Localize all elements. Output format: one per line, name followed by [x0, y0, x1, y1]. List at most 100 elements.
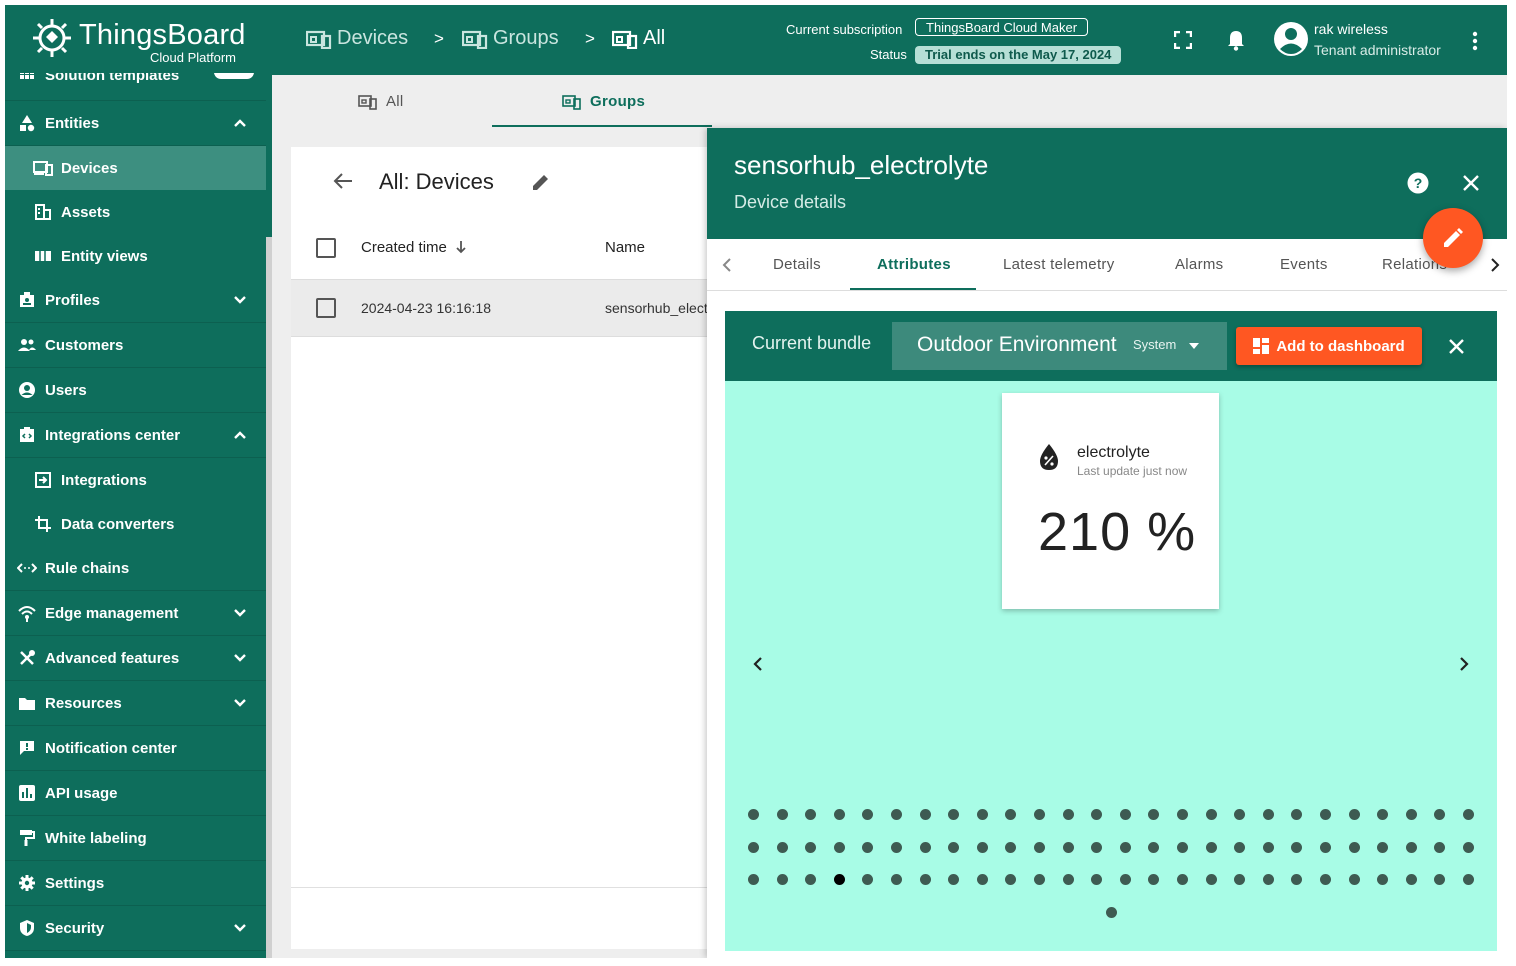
pagination-dot[interactable]	[805, 809, 817, 820]
tab-groups[interactable]: Groups	[562, 93, 645, 110]
sidebar-item-settings[interactable]: Settings	[5, 861, 266, 906]
pagination-dot[interactable]	[1091, 809, 1103, 820]
avatar[interactable]	[1273, 21, 1309, 57]
column-created-time[interactable]: Created time	[361, 239, 467, 256]
tab-all[interactable]: All	[358, 93, 404, 110]
pagination-dot[interactable]	[948, 809, 960, 820]
bundle-select[interactable]: Outdoor Environment System	[892, 322, 1227, 370]
sidebar-item-resources[interactable]: Resources	[5, 681, 266, 726]
chevron-down-icon[interactable]	[232, 650, 248, 666]
pagination-dot[interactable]	[1291, 842, 1303, 853]
pagination-dot[interactable]	[976, 809, 988, 820]
chevron-up-icon[interactable]	[232, 427, 248, 443]
sidebar-item-entity-views[interactable]: Entity views	[5, 234, 266, 278]
logo[interactable]: ThingsBoard Cloud Platform	[5, 5, 272, 73]
pagination-dot[interactable]	[919, 809, 931, 820]
chevron-left-icon[interactable]	[722, 258, 732, 272]
chevron-down-icon[interactable]	[232, 695, 248, 711]
tab-details[interactable]: Details	[773, 256, 821, 273]
select-all-checkbox[interactable]	[316, 238, 336, 258]
breadcrumb-groups[interactable]: Groups	[462, 27, 559, 50]
sidebar-item-assets[interactable]: Assets	[5, 190, 266, 234]
pagination-dot[interactable]	[1262, 809, 1274, 820]
pagination-dot[interactable]	[862, 842, 874, 853]
carousel-next-icon[interactable]	[1458, 656, 1470, 672]
more-vert-icon[interactable]	[1472, 31, 1478, 51]
pagination-dot[interactable]	[1119, 842, 1131, 853]
pagination-dot[interactable]	[1262, 842, 1274, 853]
sidebar-item-users[interactable]: Users	[5, 368, 266, 413]
sidebar-item-api-usage[interactable]: API usage	[5, 771, 266, 816]
pagination-dot[interactable]	[833, 874, 845, 885]
sidebar-item-entities[interactable]: Entities	[5, 101, 266, 146]
pagination-dot[interactable]	[1405, 842, 1417, 853]
tab-attributes[interactable]: Attributes	[877, 256, 951, 273]
pagination-dot[interactable]	[891, 842, 902, 853]
pagination-dot[interactable]	[976, 842, 988, 853]
pagination-dot[interactable]	[1377, 809, 1389, 820]
chevron-right-icon[interactable]	[1490, 258, 1500, 272]
pagination-dot[interactable]	[1091, 842, 1103, 853]
pagination-dot[interactable]	[1105, 907, 1117, 918]
pagination-dot[interactable]	[1434, 874, 1446, 885]
sidebar-item-white-labeling[interactable]: White labeling	[5, 816, 266, 861]
chevron-down-icon[interactable]	[232, 920, 248, 936]
sidebar-item-security[interactable]: Security	[5, 906, 266, 951]
pagination-dot[interactable]	[948, 874, 960, 885]
pagination-dot[interactable]	[1034, 842, 1045, 853]
pagination-dot[interactable]	[748, 809, 759, 820]
pagination-dot[interactable]	[1034, 874, 1045, 885]
sidebar-item-integrations-center[interactable]: Integrations center	[5, 413, 266, 458]
pagination-dot[interactable]	[948, 842, 960, 853]
column-name[interactable]: Name	[605, 239, 645, 256]
pagination-dot[interactable]	[748, 874, 759, 885]
pagination-dot[interactable]	[1291, 874, 1303, 885]
pagination-dot[interactable]	[1177, 809, 1188, 820]
close-icon[interactable]	[1449, 339, 1464, 354]
fullscreen-icon[interactable]	[1174, 31, 1192, 49]
pagination-dot[interactable]	[891, 874, 902, 885]
pagination-dot[interactable]	[1205, 842, 1217, 853]
pagination-dot[interactable]	[1434, 809, 1446, 820]
tab-events[interactable]: Events	[1280, 256, 1328, 273]
pagination-dot[interactable]	[1062, 874, 1074, 885]
pagination-dot[interactable]	[1034, 809, 1045, 820]
pagination-dot[interactable]	[833, 809, 845, 820]
pagination-dot[interactable]	[1091, 874, 1103, 885]
tab-latest-telemetry[interactable]: Latest telemetry	[1003, 256, 1115, 273]
pagination-dot[interactable]	[1434, 842, 1446, 853]
value-card-widget[interactable]: electrolyte Last update just now 210 %	[1002, 393, 1219, 609]
pagination-dot[interactable]	[919, 874, 931, 885]
sidebar-item-devices[interactable]: Devices	[5, 146, 266, 190]
pagination-dot[interactable]	[862, 874, 874, 885]
pagination-dot[interactable]	[1320, 842, 1331, 853]
pagination-dot[interactable]	[1320, 809, 1331, 820]
table-row[interactable]: 2024-04-23 16:16:18 sensorhub_elect	[291, 279, 721, 337]
pagination-dot[interactable]	[1377, 874, 1389, 885]
tab-alarms[interactable]: Alarms	[1175, 256, 1223, 273]
pagination-dot[interactable]	[805, 842, 817, 853]
pagination-dot[interactable]	[862, 809, 874, 820]
pagination-dot[interactable]	[776, 874, 788, 885]
pagination-dot[interactable]	[748, 842, 759, 853]
sidebar-item-rule-chains[interactable]: Rule chains	[5, 546, 266, 591]
sidebar-item-data-converters[interactable]: Data converters	[5, 502, 266, 546]
sidebar-item-integrations[interactable]: Integrations	[5, 458, 266, 502]
bell-icon[interactable]	[1226, 29, 1246, 51]
chevron-up-icon[interactable]	[232, 115, 248, 131]
chevron-down-icon[interactable]	[232, 605, 248, 621]
sidebar-item-edge-management[interactable]: Edge management	[5, 591, 266, 636]
help-icon[interactable]: ?	[1407, 172, 1429, 194]
pagination-dot[interactable]	[1005, 842, 1017, 853]
row-checkbox[interactable]	[316, 298, 336, 318]
pagination-dot[interactable]	[1177, 842, 1188, 853]
pagination-dot[interactable]	[1119, 809, 1131, 820]
close-icon[interactable]	[1463, 175, 1479, 191]
pagination-dot[interactable]	[833, 842, 845, 853]
pagination-dot[interactable]	[1205, 874, 1217, 885]
pagination-dot[interactable]	[1148, 809, 1160, 820]
pagination-dot[interactable]	[1348, 809, 1360, 820]
pagination-dot[interactable]	[776, 809, 788, 820]
pagination-dot[interactable]	[1463, 842, 1474, 853]
pagination-dot[interactable]	[1320, 874, 1331, 885]
